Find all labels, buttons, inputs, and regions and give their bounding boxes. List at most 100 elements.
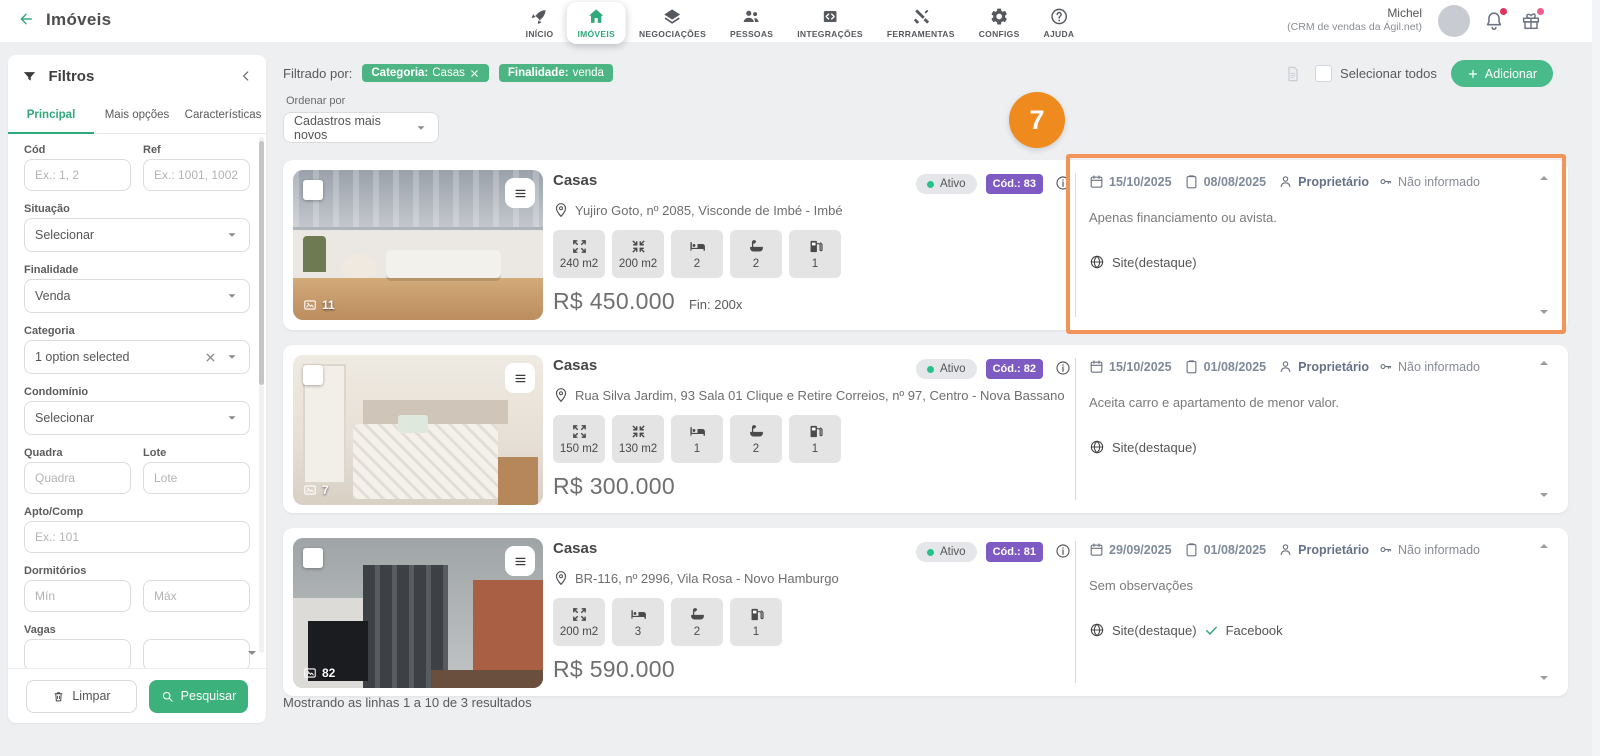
chip-label: Categoria: (371, 67, 429, 79)
tab-principal[interactable]: Principal (8, 99, 94, 134)
page-title: Imóveis (46, 10, 112, 29)
badges: Ativo Cód.: 81 (916, 542, 1043, 562)
chevron-down-icon[interactable] (1536, 304, 1552, 320)
bath-icon (689, 606, 706, 623)
badges: Ativo Cód.: 83 (916, 174, 1043, 194)
lote-input[interactable] (143, 462, 250, 494)
chevron-up-icon[interactable] (1536, 170, 1552, 186)
tab-mais-opcoes[interactable]: Mais opções (94, 99, 180, 133)
property-photo[interactable]: 82 (293, 538, 543, 688)
chevron-down-icon (225, 350, 239, 364)
info-icon[interactable] (1055, 360, 1071, 376)
clear-selection-icon[interactable] (204, 351, 217, 364)
news-dot (1537, 8, 1544, 15)
card-menu-button[interactable] (505, 363, 535, 393)
nav-configs[interactable]: CONFIGS (968, 2, 1031, 44)
nav-inicio[interactable]: INÍCIO (515, 2, 565, 44)
scroll-down-arrow-icon[interactable] (244, 645, 260, 661)
property-address: Rua Silva Jardim, 93 Sala 01 Clique e Re… (553, 387, 1065, 403)
tools-icon (911, 7, 930, 26)
info-icon[interactable] (1055, 543, 1071, 559)
quadra-input[interactable] (24, 462, 131, 494)
condominio-select[interactable]: Selecionar (24, 401, 250, 435)
news-button[interactable] (1520, 8, 1544, 32)
notifications-button[interactable] (1483, 8, 1507, 32)
menu-icon (513, 554, 528, 569)
stat-built-area: 130 m2 (612, 415, 664, 463)
vagas-max-input[interactable] (143, 639, 250, 671)
filters-sidebar: Filtros Principal Mais opções Caracterís… (8, 55, 266, 723)
order-by-select[interactable]: Cadastros mais novos (283, 112, 439, 143)
filter-fields: Cód Ref Situação Selecionar Finalidade V… (8, 134, 266, 671)
cod-input[interactable] (24, 159, 131, 191)
situacao-select[interactable]: Selecionar (24, 218, 250, 252)
back-arrow-icon[interactable] (18, 11, 34, 27)
globe-icon (1089, 439, 1105, 455)
card-menu-button[interactable] (505, 178, 535, 208)
chevron-down-icon (225, 411, 239, 425)
info-icon[interactable] (1055, 175, 1071, 191)
filter-chip-finalidade[interactable]: Finalidade: venda (498, 64, 613, 82)
filter-chip-categoria[interactable]: Categoria: Casas (362, 64, 489, 82)
export-document-icon[interactable] (1285, 66, 1301, 82)
nav-label: INÍCIO (525, 29, 554, 39)
nav-label: IMÓVEIS (577, 29, 615, 39)
clear-filters-button[interactable]: Limpar (26, 679, 137, 713)
add-property-button[interactable]: Adicionar (1450, 60, 1553, 87)
cod-label: Cód (24, 144, 46, 156)
person-icon (1278, 174, 1293, 189)
nav-label: PESSOAS (730, 29, 774, 39)
dormitorios-max-input[interactable] (143, 580, 250, 612)
finalidade-select[interactable]: Venda (24, 279, 250, 313)
photo-count: 11 (303, 298, 335, 312)
keys-value: Não informado (1397, 359, 1480, 374)
nav-ajuda[interactable]: AJUDA (1033, 2, 1086, 44)
person-icon (1278, 359, 1293, 374)
nav-integracoes[interactable]: INTEGRAÇÕES (786, 2, 874, 44)
property-title: Casas (553, 172, 598, 189)
vagas-min-input[interactable] (24, 639, 131, 671)
nav-ferramentas[interactable]: FERRAMENTAS (876, 2, 966, 44)
tab-caracteristicas[interactable]: Características (180, 99, 266, 133)
categoria-select[interactable]: 1 option selected (24, 340, 250, 374)
check-icon (1204, 623, 1219, 638)
chevron-down-icon[interactable] (1536, 487, 1552, 503)
ref-input[interactable] (143, 159, 250, 191)
status-dot (927, 548, 935, 556)
nav-negociacoes[interactable]: NEGOCIAÇÕES (628, 2, 717, 44)
chevron-up-icon[interactable] (1536, 355, 1552, 371)
photo-count: 82 (303, 666, 335, 680)
search-button[interactable]: Pesquisar (148, 679, 248, 713)
select-property-checkbox[interactable] (303, 180, 323, 200)
location-pin-icon (553, 202, 569, 218)
card-menu-button[interactable] (505, 546, 535, 576)
nav-pessoas[interactable]: PESSOAS (719, 2, 784, 44)
chip-label: Finalidade: (507, 67, 569, 79)
dormitorios-min-input[interactable] (24, 580, 131, 612)
stat-garage: 1 (789, 230, 841, 278)
stat-bathrooms: 2 (730, 415, 782, 463)
apto-input[interactable] (24, 521, 250, 553)
close-icon[interactable] (469, 68, 480, 79)
property-photo[interactable]: 7 (293, 355, 543, 505)
created-date: 01/08/2025 (1203, 359, 1267, 374)
property-note: Sem observações (1089, 578, 1194, 593)
portals: Site(destaque) Facebook (1089, 622, 1283, 638)
filtered-by-label: Filtrado por: (283, 65, 353, 81)
chevron-up-icon[interactable] (1536, 538, 1552, 554)
nav-imoveis[interactable]: IMÓVEIS (566, 2, 626, 44)
sidebar-scrollbar-thumb[interactable] (259, 141, 264, 385)
select-property-checkbox[interactable] (303, 365, 323, 385)
portal-label: Site(destaque) (1112, 254, 1197, 270)
chevron-down-icon[interactable] (1536, 670, 1552, 686)
select-property-checkbox[interactable] (303, 548, 323, 568)
select-all-checkbox[interactable] (1315, 65, 1333, 82)
avatar[interactable] (1438, 5, 1470, 37)
user-name: Michel (1387, 6, 1422, 20)
collapse-sidebar-icon[interactable] (238, 68, 254, 84)
property-photo[interactable]: 11 (293, 170, 543, 320)
divider (1075, 541, 1076, 683)
page-scrollbar-track (1592, 0, 1600, 756)
people-icon (742, 7, 761, 26)
chevron-down-icon (414, 121, 428, 135)
